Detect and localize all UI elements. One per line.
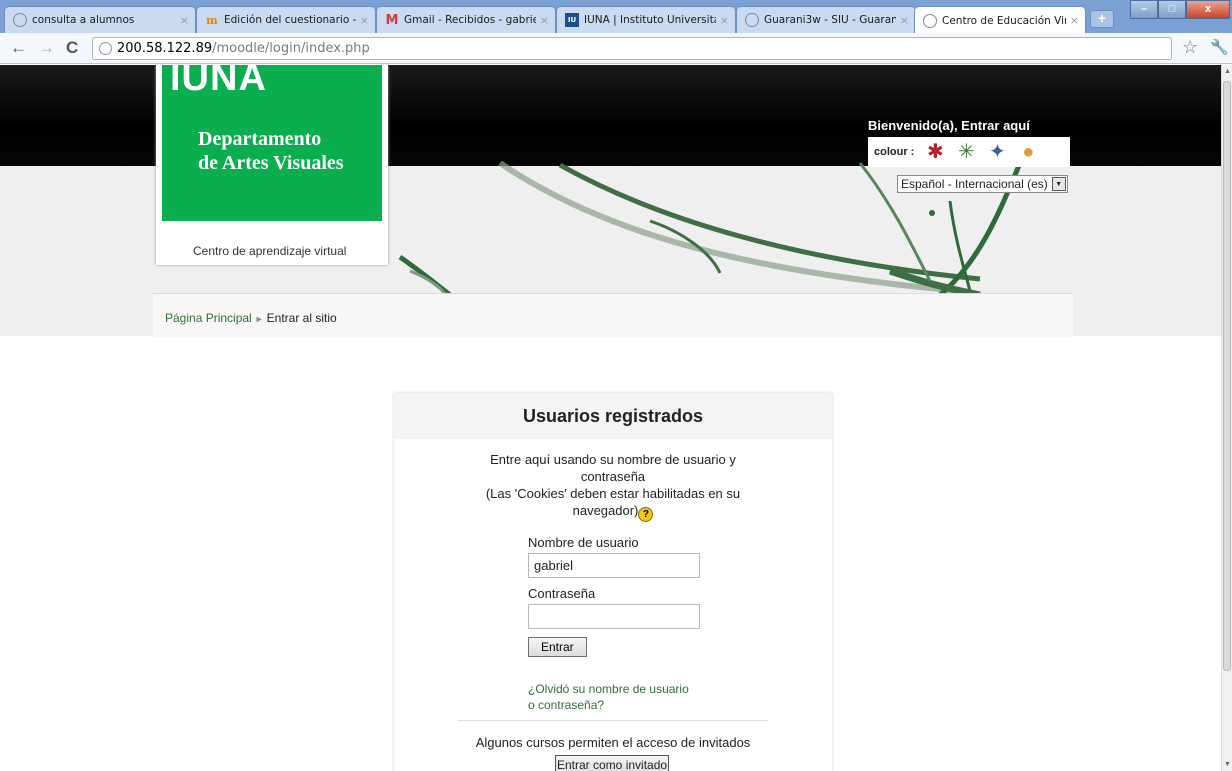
login-form: Nombre de usuario Contraseña Entrar ¿Olv… (528, 535, 708, 713)
login-intro-line: Entre aquí usando su nombre de usuario y… (490, 452, 736, 484)
login-panel: Usuarios registrados Entre aquí usando s… (394, 393, 832, 771)
logo-brand: IUNA (170, 65, 267, 99)
logo-department: Departamento de Artes Visuales (198, 127, 344, 175)
maximize-icon[interactable]: □ (1158, 0, 1186, 19)
login-heading: Usuarios registrados (394, 393, 832, 439)
scroll-down-icon[interactable]: ▼ (1224, 761, 1231, 768)
tab-title: IUNA | Instituto Universita (584, 14, 716, 26)
forgot-line: o contraseña? (528, 698, 605, 712)
breadcrumb-bar: Página Principal ► Entrar al sitio (153, 293, 1073, 337)
back-arrow-icon[interactable]: ← (10, 38, 27, 58)
reload-icon[interactable]: C (66, 38, 78, 58)
globe-icon (13, 13, 27, 27)
minimize-icon[interactable]: – (1130, 0, 1158, 19)
tab-title: Edición del cuestionario - (224, 14, 356, 26)
forward-arrow-icon[interactable]: → (38, 38, 55, 58)
moodle-icon: m (206, 13, 218, 27)
scroll-thumb[interactable] (1223, 81, 1231, 671)
breadcrumb: Página Principal ► Entrar al sitio (165, 311, 337, 325)
site-logo[interactable]: IUNA Departamento de Artes Visuales (162, 65, 382, 221)
password-label: Contraseña (528, 586, 596, 601)
browser-tab[interactable]: M Gmail - Recibidos - gabrie × (376, 6, 556, 33)
iuna-icon: IU (565, 13, 579, 27)
login-button[interactable]: Entrar (528, 637, 587, 657)
tab-close-icon[interactable]: × (540, 14, 549, 27)
browser-tab-active[interactable]: Centro de Educación Virtu × (914, 6, 1086, 33)
welcome-login-link[interactable]: Bienvenido(a), Entrar aquí (868, 118, 1030, 133)
browser-tab[interactable]: m Edición del cuestionario - × (196, 6, 376, 33)
tab-close-icon[interactable]: × (360, 14, 369, 27)
window-close-icon[interactable]: x (1186, 0, 1230, 19)
breadcrumb-separator-icon: ► (254, 314, 264, 324)
browser-tab[interactable]: consulta a alumnos × (4, 6, 196, 33)
url-host: 200.58.122.89 (117, 41, 213, 56)
tab-close-icon[interactable]: × (1070, 14, 1079, 27)
gmail-icon: M (385, 12, 399, 28)
browser-toolbar: ← → C 200.58.122.89/moodle/login/index.p… (0, 33, 1232, 64)
green-splash-icon[interactable]: ✳ (953, 142, 979, 162)
blue-splash-icon[interactable]: ✦ (984, 142, 1010, 162)
url-path: /moodle/login/index.php (212, 41, 370, 56)
browser-tabstrip: consulta a alumnos × m Edición del cuest… (0, 0, 1232, 33)
cookie-note: (Las 'Cookies' deben estar habilitadas e… (485, 486, 741, 518)
tab-title: Guarani3w - SIU - Guaraní (764, 14, 896, 26)
wrench-menu-icon[interactable]: 🔧 (1210, 38, 1229, 56)
login-intro: Entre aquí usando su nombre de usuario y… (463, 451, 763, 522)
username-label: Nombre de usuario (528, 535, 639, 550)
help-icon[interactable]: ? (638, 507, 654, 522)
site-tagline: Centro de aprendizaje virtual (193, 244, 347, 258)
logo-department-line: de Artes Visuales (198, 152, 344, 174)
colour-label: colour : (874, 146, 915, 158)
page-scrollbar[interactable]: ▲ ▼ (1221, 65, 1232, 771)
browser-tab[interactable]: IU IUNA | Instituto Universita × (556, 6, 736, 33)
logo-card: IUNA Departamento de Artes Visuales (156, 65, 388, 265)
new-tab-button[interactable]: + (1090, 10, 1114, 28)
tab-title: Centro de Educación Virtu (942, 14, 1066, 27)
forgot-password-link[interactable]: ¿Olvidó su nombre de usuario o contraseñ… (528, 681, 708, 713)
breadcrumb-current: Entrar al sitio (266, 311, 337, 325)
tab-title: consulta a alumnos (32, 14, 135, 26)
browser-tab[interactable]: Guarani3w - SIU - Guaraní × (736, 6, 916, 33)
globe-icon (745, 13, 759, 27)
page-info-icon[interactable] (99, 42, 112, 55)
divider (458, 720, 768, 721)
orange-splash-icon[interactable]: ● (1015, 142, 1041, 162)
username-input[interactable] (528, 553, 700, 578)
page-viewport: IUNA Departamento de Artes Visuales Cent… (0, 65, 1221, 771)
guest-login-button[interactable]: Entrar como invitado (555, 755, 670, 771)
window-controls: – □ x (1130, 0, 1230, 19)
red-splash-icon[interactable]: ✱ (922, 142, 948, 162)
chevron-down-icon[interactable]: ▼ (1051, 177, 1066, 191)
tab-title: Gmail - Recibidos - gabrie (404, 14, 536, 26)
tab-close-icon[interactable]: × (180, 14, 189, 27)
login-intro-line: (Las 'Cookies' deben estar habilitadas e… (463, 485, 763, 522)
tab-close-icon[interactable]: × (720, 14, 729, 27)
logo-department-line: Departamento (198, 128, 322, 150)
colour-switcher: colour : ✱ ✳ ✦ ● (868, 137, 1070, 167)
bookmark-star-icon[interactable]: ☆ (1182, 37, 1198, 58)
breadcrumb-home-link[interactable]: Página Principal (165, 311, 252, 325)
language-selected: Español - Internacional (es) (901, 177, 1048, 191)
tab-close-icon[interactable]: × (900, 14, 909, 27)
password-input[interactable] (528, 604, 700, 629)
scroll-up-icon[interactable]: ▲ (1224, 68, 1231, 75)
language-select[interactable]: Español - Internacional (es) ▼ (897, 175, 1068, 193)
globe-icon (923, 13, 937, 28)
address-bar[interactable]: 200.58.122.89/moodle/login/index.php (92, 37, 1172, 60)
forgot-line: ¿Olvidó su nombre de usuario (528, 682, 689, 696)
guest-access-message: Algunos cursos permiten el acceso de inv… (475, 735, 751, 750)
